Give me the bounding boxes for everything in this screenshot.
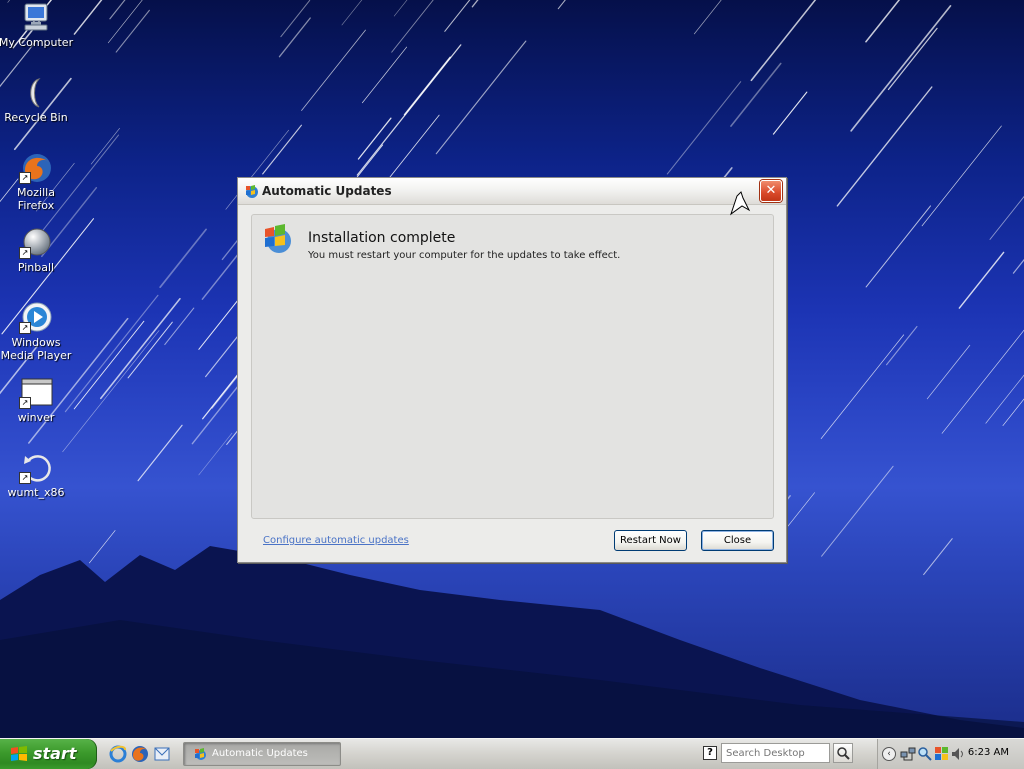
shortcut-arrow-icon: ↗ [19,472,31,484]
help-icon[interactable]: ? [703,746,717,760]
my-computer-icon [19,2,53,34]
taskbar-button-label: Automatic Updates [212,748,308,759]
windows-flag-icon [11,746,27,761]
refresh-arrow-icon: ↗ [19,452,53,484]
shortcut-arrow-icon: ↗ [19,322,31,334]
search-desktop-input[interactable] [721,743,830,763]
mouse-cursor-icon [730,191,751,216]
desktop-icon-label: Windows Media Player [0,336,72,362]
status-heading: Installation complete [308,230,456,246]
show-hidden-icons-button[interactable]: ‹ [882,747,896,761]
network-icon[interactable] [900,746,916,762]
start-label: start [33,744,77,763]
shortcut-arrow-icon: ↗ [19,247,31,259]
desktop-icon-label: wumt_x86 [7,486,65,499]
titlebar-close-button[interactable]: ✕ [760,180,782,202]
windows-update-icon [195,748,206,760]
dialog-content-panel: Installation complete You must restart y… [251,214,774,519]
restart-now-button[interactable]: Restart Now [614,530,687,551]
shortcut-arrow-icon: ↗ [19,172,31,184]
desktop-icon-my-computer[interactable]: My Computer [0,2,74,49]
system-tray: ‹ 6:23 AM [877,739,1024,769]
search-button[interactable] [833,743,853,763]
dialog-title: Automatic Updates [262,184,392,198]
pinball-icon: ↗ [19,227,53,259]
desktop-icon-firefox[interactable]: ↗ Mozilla Firefox [0,152,74,212]
close-button[interactable]: Close [701,530,774,551]
firefox-icon: ↗ [19,152,53,184]
desktop-icon-label: Pinball [17,261,55,274]
desktop-icon-pinball[interactable]: ↗ Pinball [0,227,74,274]
search-tray-icon[interactable] [917,746,933,762]
recycle-bin-icon [19,77,53,109]
firefox-icon[interactable] [131,745,149,763]
desktop-icon-winver[interactable]: ↗ winver [0,377,74,424]
shortcut-arrow-icon: ↗ [19,397,31,409]
taskbar: start Automatic Updates ? ‹ 6:23 AM [0,738,1024,769]
desktop-icon-label: My Computer [0,36,74,49]
desktop-icon-windows-media-player[interactable]: ↗ Windows Media Player [0,302,74,362]
volume-icon[interactable] [950,746,966,762]
desktop-icon-label: Recycle Bin [4,111,68,124]
windows-update-icon [246,185,258,198]
start-button[interactable]: start [0,739,97,769]
media-player-icon: ↗ [19,302,53,334]
windows-logo-icon [265,224,291,253]
security-icon[interactable] [934,746,950,762]
desktop[interactable]: My Computer Recycle Bin ↗ Mozilla Firefo… [0,0,1024,738]
window-app-icon: ↗ [19,377,53,409]
desktop-icon-label: winver [17,411,55,424]
automatic-updates-dialog: Automatic Updates ✕ Installation complet… [237,177,787,563]
dialog-titlebar[interactable]: Automatic Updates ✕ [238,178,786,205]
desktop-icon-wumt[interactable]: ↗ wumt_x86 [0,452,74,499]
desktop-icon-label: Mozilla Firefox [17,186,55,212]
internet-explorer-icon[interactable] [109,745,127,763]
taskbar-button-automatic-updates[interactable]: Automatic Updates [183,742,341,766]
configure-updates-link[interactable]: Configure automatic updates [263,535,409,546]
magnifier-icon [837,747,850,760]
status-message: You must restart your computer for the u… [308,250,621,261]
clock: 6:23 AM [967,747,1009,758]
outlook-express-icon[interactable] [153,745,171,763]
desktop-icon-recycle-bin[interactable]: Recycle Bin [0,77,74,124]
